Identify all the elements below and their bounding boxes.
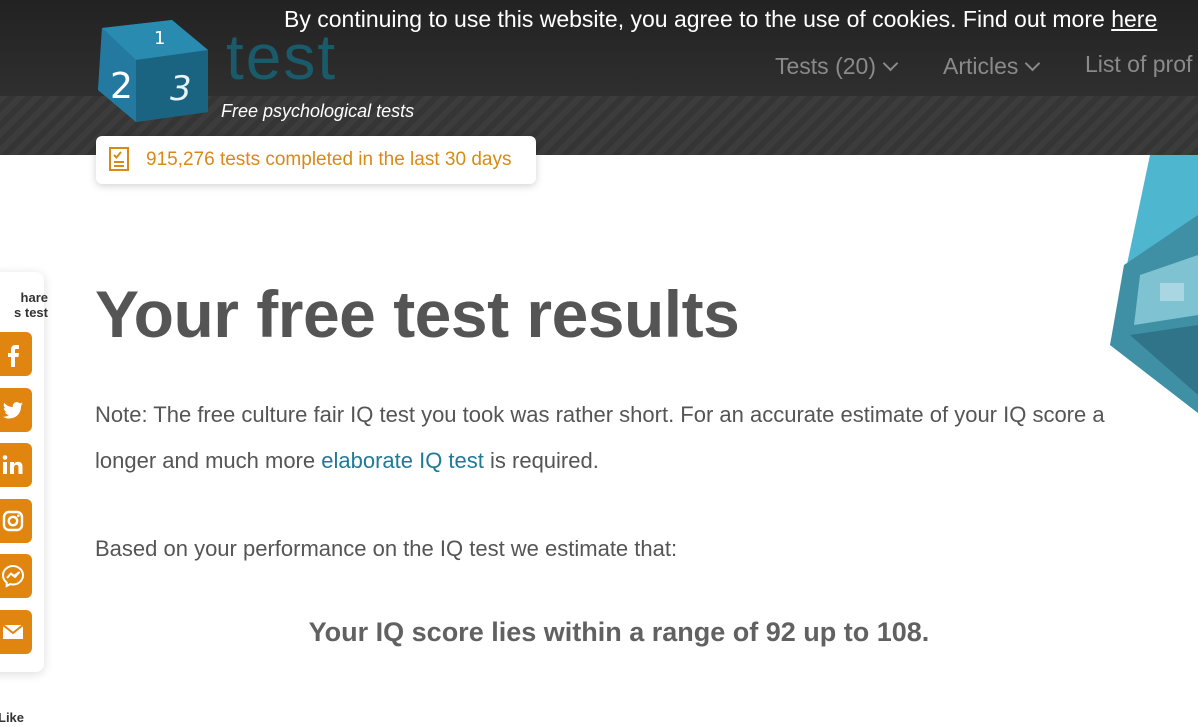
share-instagram-button[interactable] (0, 499, 32, 543)
cookie-notice: By continuing to use this website, you a… (284, 4, 1157, 34)
note-text-start: Note: The free culture fair IQ test you … (95, 402, 1105, 473)
iq-score-result: Your IQ score lies within a range of 92 … (308, 617, 930, 647)
tests-completed-text: 915,276 tests completed in the last 30 d… (146, 149, 512, 170)
decorative-header-image (1110, 155, 1198, 413)
chevron-down-icon (1025, 55, 1041, 72)
logo-cube-icon[interactable]: 1 2 3 (96, 20, 216, 122)
share-email-button[interactable] (0, 610, 32, 654)
share-facebook-button[interactable] (0, 332, 32, 376)
share-title-line-1: hare (20, 290, 48, 305)
nav-item-list-of-professions[interactable]: List of prof (1085, 51, 1192, 78)
note-text-end: is required. (483, 448, 599, 473)
nav-item-articles[interactable]: Articles (943, 53, 1041, 80)
cookie-notice-text: By continuing to use this website, you a… (284, 6, 1112, 32)
share-title-line-2: s test (14, 305, 48, 320)
nav-item-tests[interactable]: Tests (20) (775, 53, 899, 80)
checklist-icon (109, 147, 129, 171)
twitter-icon (3, 402, 23, 419)
nav-item-list-label: List of prof (1085, 51, 1193, 77)
share-twitter-button[interactable] (0, 388, 32, 432)
chevron-down-icon (882, 55, 899, 72)
instagram-icon (2, 510, 24, 532)
page-title: Your free test results (95, 277, 740, 351)
cookie-more-link[interactable]: here (1111, 6, 1157, 32)
email-icon (2, 624, 24, 639)
tests-completed-badge: 915,276 tests completed in the last 30 d… (96, 136, 536, 184)
nav-item-articles-label: Articles (943, 53, 1019, 79)
estimate-intro-text: Based on your performance on the IQ test… (95, 536, 678, 561)
logo-digit-3: 3 (170, 69, 192, 109)
share-title: hare s test (0, 290, 48, 320)
like-label: Like (0, 710, 25, 725)
facebook-icon (8, 345, 19, 367)
nav-item-tests-label: Tests (20) (775, 53, 876, 79)
logo-digit-1: 1 (154, 28, 165, 49)
messenger-icon (1, 564, 25, 588)
elaborate-iq-test-link[interactable]: elaborate IQ test (321, 448, 484, 473)
share-linkedin-button[interactable] (0, 443, 32, 487)
share-messenger-button[interactable] (0, 554, 32, 598)
logo-tagline: Free psychological tests (221, 101, 415, 121)
note-paragraph: Note: The free culture fair IQ test you … (95, 392, 1135, 484)
logo-digit-2: 2 (110, 66, 133, 107)
linkedin-icon (2, 455, 23, 474)
logo-wordmark[interactable]: test (226, 22, 337, 92)
